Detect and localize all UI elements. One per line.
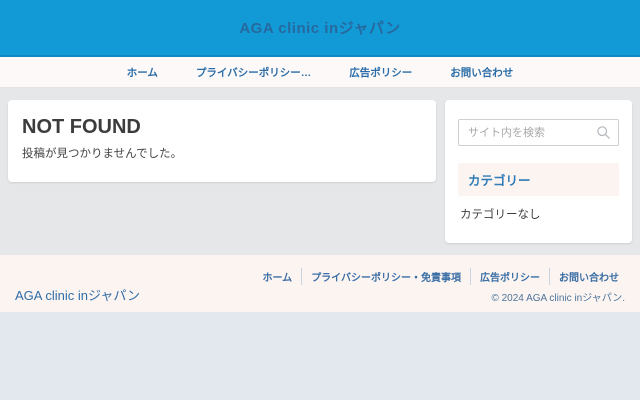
footer-bottom-row: AGA clinic inジャパン © 2024 AGA clinic inジャ… <box>15 285 628 304</box>
footer-link-ad-policy[interactable]: 広告ポリシー <box>470 268 549 285</box>
categories-empty-label: カテゴリーなし <box>460 206 619 222</box>
site-header: AGA clinic inジャパン <box>0 0 640 57</box>
nav-item-contact[interactable]: お問い合わせ <box>431 65 532 80</box>
footer-link-contact[interactable]: お問い合わせ <box>549 268 628 285</box>
footer-nav: ホーム プライバシーポリシー・免責事項 広告ポリシー お問い合わせ <box>15 268 628 285</box>
nav-item-ad-policy[interactable]: 広告ポリシー <box>330 65 431 80</box>
not-found-message: 投稿が見つかりませんでした。 <box>22 147 422 162</box>
site-search <box>458 119 619 146</box>
site-title-link[interactable]: AGA clinic inジャパン <box>239 17 400 38</box>
nav-item-privacy-policy[interactable]: プライバシーポリシー… <box>177 65 330 80</box>
page-bottom-space <box>0 312 640 400</box>
search-icon[interactable] <box>596 125 611 140</box>
footer-link-privacy-disclaimer[interactable]: プライバシーポリシー・免責事項 <box>301 268 470 285</box>
top-nav: ホーム プライバシーポリシー… 広告ポリシー お問い合わせ <box>0 57 640 88</box>
site-footer: ホーム プライバシーポリシー・免責事項 広告ポリシー お問い合わせ AGA cl… <box>0 255 640 312</box>
footer-site-name-link[interactable]: AGA clinic inジャパン <box>15 285 140 304</box>
not-found-card: NOT FOUND 投稿が見つかりませんでした。 <box>8 100 436 182</box>
nav-item-home[interactable]: ホーム <box>108 65 177 80</box>
footer-link-home[interactable]: ホーム <box>253 268 301 285</box>
search-input[interactable] <box>458 119 619 146</box>
sidebar: カテゴリー カテゴリーなし <box>445 100 632 243</box>
page: AGA clinic inジャパン ホーム プライバシーポリシー… 広告ポリシー… <box>0 0 640 400</box>
not-found-title: NOT FOUND <box>22 116 422 138</box>
copyright-text: © 2024 AGA clinic inジャパン. <box>491 289 628 304</box>
main-area: NOT FOUND 投稿が見つかりませんでした。 カテゴリー カテゴリーなし <box>0 88 640 255</box>
categories-widget-title: カテゴリー <box>458 163 619 196</box>
